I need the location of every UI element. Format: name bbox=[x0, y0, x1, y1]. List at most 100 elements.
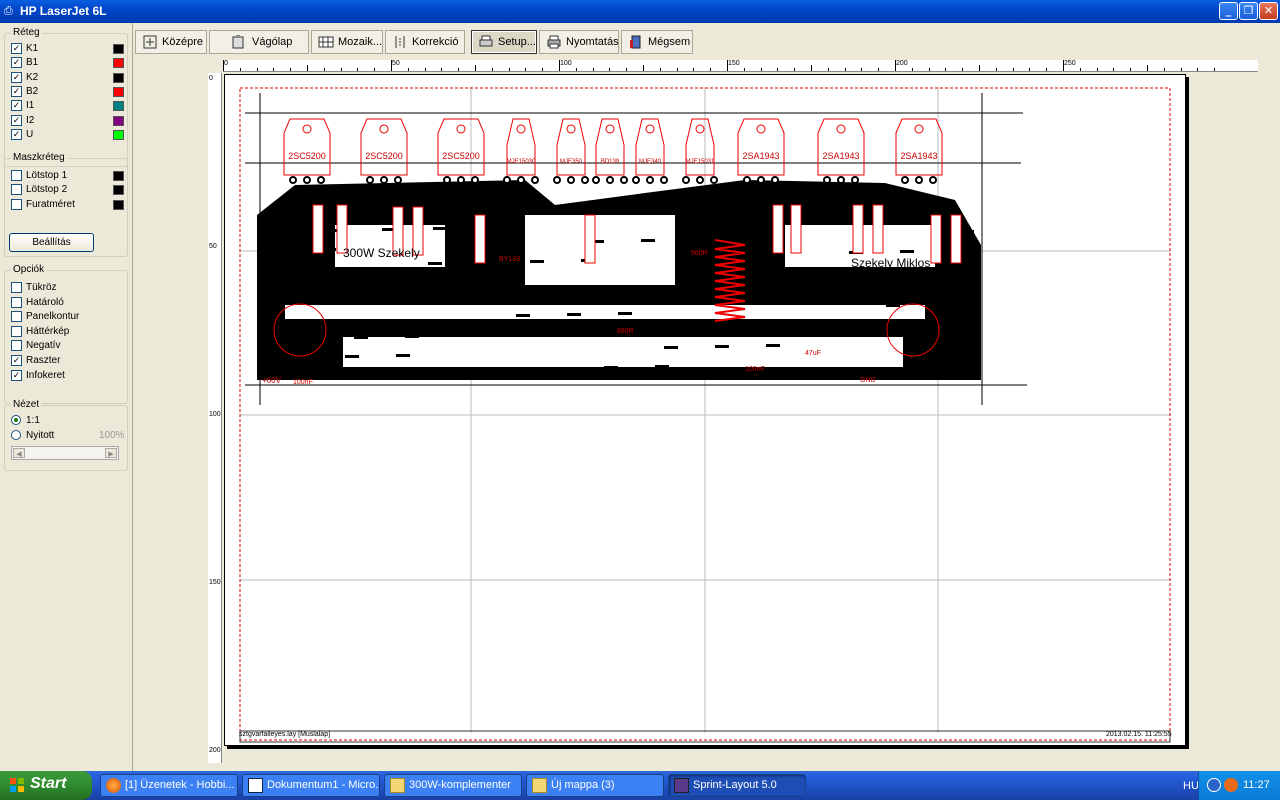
task-label: [1] Üzenetek - Hobbi... bbox=[125, 779, 235, 791]
zoom-slider[interactable]: ◀ ▶ bbox=[11, 446, 119, 460]
pad bbox=[929, 176, 937, 184]
trace bbox=[456, 334, 470, 337]
option-checkbox[interactable]: ✓ bbox=[11, 369, 22, 381]
transistor-outline bbox=[556, 118, 586, 176]
cancel-button[interactable]: Mégsem bbox=[621, 30, 693, 54]
start-button[interactable]: Start bbox=[0, 771, 92, 800]
view-open-radio[interactable] bbox=[11, 430, 21, 440]
trace bbox=[886, 304, 900, 307]
mask-color-swatch[interactable] bbox=[113, 171, 124, 181]
view-1to1-radio[interactable] bbox=[11, 415, 21, 425]
slider-left-arrow-icon[interactable]: ◀ bbox=[13, 448, 25, 458]
pad bbox=[771, 176, 779, 184]
transistor-outline bbox=[895, 118, 943, 176]
trace bbox=[428, 262, 442, 265]
task-firefox[interactable]: [1] Üzenetek - Hobbi... bbox=[100, 774, 238, 797]
layer-color-swatch[interactable] bbox=[113, 72, 124, 83]
trace bbox=[789, 271, 803, 274]
trace bbox=[914, 196, 928, 199]
mask-group-title: Maszkréteg bbox=[11, 152, 67, 163]
page-footer-right: 2013.02.15. 11:25:55 bbox=[1106, 731, 1172, 738]
mask-group: Maszkréteg Lötstop 1 Lötstop 2 Furatméret … bbox=[4, 152, 128, 257]
option-checkbox[interactable]: ✓ bbox=[11, 355, 22, 366]
pad bbox=[620, 176, 628, 184]
layer-color-swatch[interactable] bbox=[113, 86, 124, 97]
tray-app-icon[interactable] bbox=[1224, 778, 1238, 792]
layer-color-swatch[interactable] bbox=[113, 58, 124, 69]
ruler-tick bbox=[491, 68, 493, 71]
close-button[interactable]: ✕ bbox=[1259, 2, 1278, 20]
pad bbox=[743, 176, 751, 184]
option-label: Raszter bbox=[26, 355, 61, 366]
layer-checkbox[interactable]: ✓ bbox=[11, 43, 22, 54]
mask-checkbox[interactable] bbox=[11, 170, 22, 181]
ruler-tick bbox=[374, 68, 376, 71]
trace bbox=[317, 283, 331, 286]
task-label: Sprint-Layout 5.0 bbox=[693, 779, 777, 791]
transistor-hole bbox=[836, 124, 846, 134]
trace bbox=[544, 206, 558, 209]
ruler-tick bbox=[575, 68, 577, 71]
trace bbox=[516, 314, 530, 317]
task-word[interactable]: Dokumentum1 - Micro... bbox=[242, 774, 380, 797]
option-checkbox[interactable] bbox=[11, 296, 22, 308]
setup-printer-icon bbox=[479, 35, 493, 47]
task-folder-new[interactable]: Új mappa (3) bbox=[526, 774, 664, 797]
layer-color-swatch[interactable] bbox=[113, 44, 124, 54]
task-sprint-layout[interactable]: Sprint-Layout 5.0 bbox=[668, 774, 806, 797]
transistor-label: MJE340 bbox=[639, 159, 662, 165]
option-checkbox[interactable] bbox=[11, 340, 22, 352]
layer-checkbox[interactable]: ✓ bbox=[11, 114, 22, 126]
option-label: Panelkontur bbox=[26, 311, 80, 323]
trace bbox=[553, 367, 567, 370]
clipboard-button[interactable]: Vágólap bbox=[209, 30, 309, 54]
option-checkbox[interactable] bbox=[11, 282, 22, 293]
layer-color-swatch[interactable] bbox=[113, 101, 124, 112]
correction-button[interactable]: Korrekció bbox=[385, 30, 465, 54]
language-indicator[interactable]: HU bbox=[1183, 780, 1199, 792]
trace bbox=[627, 293, 641, 296]
ruler-tick bbox=[1214, 68, 1216, 71]
minimize-button[interactable]: _ bbox=[1219, 2, 1238, 20]
slider-right-arrow-icon[interactable]: ▶ bbox=[105, 448, 117, 458]
setup-button[interactable]: Setup... bbox=[471, 30, 537, 54]
ruler-tick bbox=[895, 60, 896, 71]
layer-checkbox[interactable]: ✓ bbox=[11, 57, 22, 69]
resistor bbox=[950, 214, 962, 264]
settings-button[interactable]: Beállítás bbox=[9, 233, 94, 252]
ruler-tick bbox=[1163, 68, 1165, 71]
task-folder-300w[interactable]: 300W-komplementer bbox=[384, 774, 522, 797]
layer-color-swatch[interactable] bbox=[113, 115, 124, 126]
pad bbox=[517, 176, 525, 184]
transistor-hole bbox=[695, 124, 705, 134]
mask-color-swatch[interactable] bbox=[113, 185, 124, 196]
layer-checkbox[interactable]: ✓ bbox=[11, 100, 22, 112]
mask-checkbox[interactable] bbox=[11, 198, 22, 210]
transistor-label: 2SA1943 bbox=[742, 151, 779, 161]
center-button[interactable]: Középre bbox=[135, 30, 207, 54]
toolbar: Középre Vágólap Mozaik... Korrekció Setu… bbox=[133, 23, 1280, 61]
mask-color-swatch[interactable] bbox=[113, 199, 124, 210]
transistor-outline bbox=[817, 118, 865, 176]
maximize-button[interactable]: ❐ bbox=[1239, 2, 1258, 20]
layer-checkbox[interactable]: ✓ bbox=[11, 128, 22, 140]
layer-color-swatch[interactable] bbox=[113, 129, 124, 140]
layer-checkbox[interactable]: ✓ bbox=[11, 85, 22, 97]
pad bbox=[915, 176, 923, 184]
ruler-tick bbox=[256, 68, 258, 71]
option-label: Negatív bbox=[26, 340, 61, 352]
option-checkbox[interactable] bbox=[11, 311, 22, 323]
ruler-tick bbox=[340, 68, 342, 71]
resistor bbox=[772, 204, 784, 254]
layer-checkbox[interactable]: ✓ bbox=[11, 71, 22, 83]
mosaic-button[interactable]: Mozaik... bbox=[311, 30, 383, 54]
ruler-tick bbox=[979, 65, 980, 71]
trace bbox=[812, 198, 826, 201]
tray-expand-icon[interactable] bbox=[1207, 778, 1221, 792]
clock: 11:27 bbox=[1243, 779, 1270, 791]
option-checkbox[interactable] bbox=[11, 325, 22, 337]
print-button[interactable]: Nyomtatás bbox=[539, 30, 619, 54]
mask-checkbox[interactable] bbox=[11, 184, 22, 196]
copper-gap bbox=[285, 305, 925, 319]
pad bbox=[471, 176, 479, 184]
